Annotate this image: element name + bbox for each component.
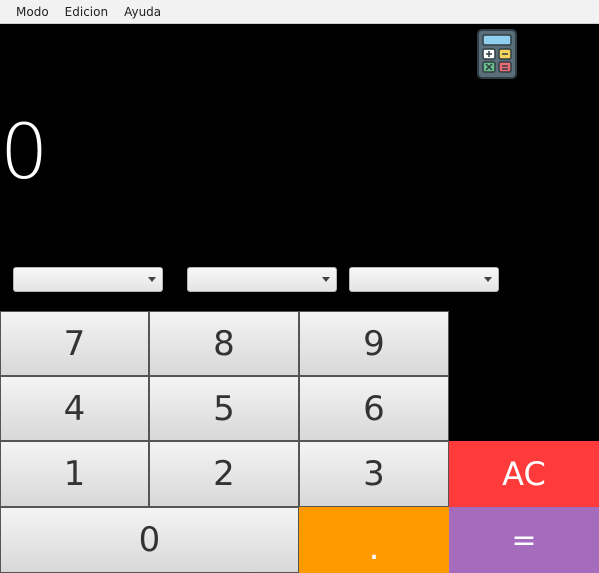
dropdown-3[interactable] (349, 267, 499, 292)
key-5[interactable]: 5 (149, 376, 299, 441)
dropdown-2[interactable] (187, 267, 337, 292)
dropdown-1[interactable] (13, 267, 163, 292)
key-1[interactable]: 1 (0, 441, 149, 507)
menu-bar: Modo Edicion Ayuda (0, 0, 599, 24)
calculator-icon (477, 29, 517, 79)
key-9[interactable]: 9 (299, 311, 449, 376)
menu-edicion[interactable]: Edicion (57, 0, 116, 24)
chevron-down-icon (322, 277, 330, 282)
key-6[interactable]: 6 (299, 376, 449, 441)
key-8[interactable]: 8 (149, 311, 299, 376)
key-3[interactable]: 3 (299, 441, 449, 507)
decimal-button[interactable]: . (299, 507, 449, 573)
key-7[interactable]: 7 (0, 311, 149, 376)
key-4[interactable]: 4 (0, 376, 149, 441)
menu-ayuda[interactable]: Ayuda (116, 0, 169, 24)
key-0[interactable]: 0 (0, 507, 299, 573)
ac-button[interactable]: AC (449, 441, 599, 507)
key-2[interactable]: 2 (149, 441, 299, 507)
display-value: 0 (0, 107, 49, 196)
menu-modo[interactable]: Modo (8, 0, 57, 24)
chevron-down-icon (148, 277, 156, 282)
equals-button[interactable]: = (449, 507, 599, 573)
chevron-down-icon (484, 277, 492, 282)
